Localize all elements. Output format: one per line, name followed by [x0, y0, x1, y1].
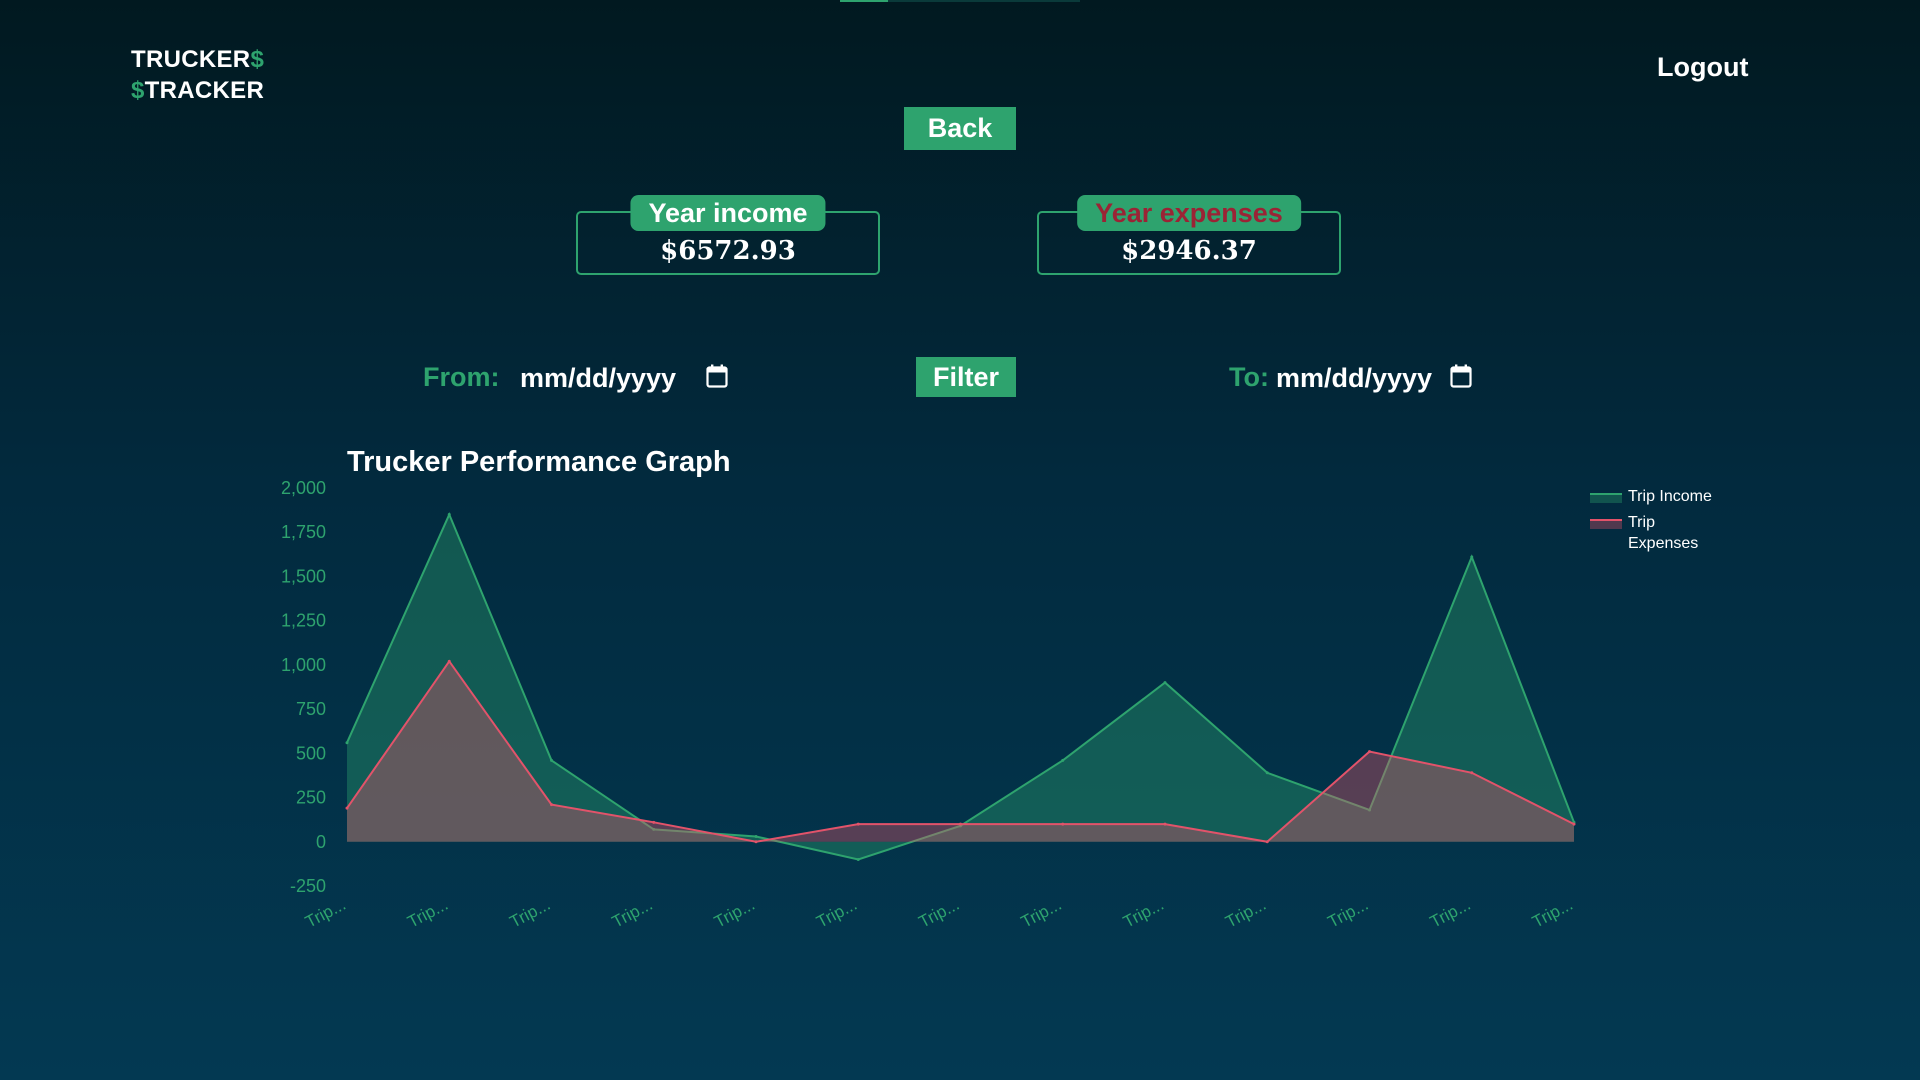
legend-item-expenses[interactable]: Trip Expenses [1590, 512, 1718, 554]
data-point [1368, 750, 1371, 754]
legend-label-expenses: Trip Expenses [1628, 514, 1699, 552]
data-point [754, 834, 758, 838]
data-point [1265, 771, 1269, 775]
x-tick-label: Trip... [1325, 895, 1372, 932]
y-tick-label: 500 [296, 743, 326, 763]
y-tick-label: 750 [296, 699, 326, 719]
legend-swatch-income [1590, 493, 1622, 503]
x-tick-label: Trip... [302, 895, 349, 932]
data-point [1470, 555, 1474, 559]
x-tick-label: Trip... [1222, 895, 1269, 932]
y-tick-label: 1,250 [281, 611, 326, 631]
y-tick-label: 1,500 [281, 566, 326, 586]
y-tick-label: 1,750 [281, 522, 326, 542]
y-tick-label: 2,000 [281, 478, 326, 498]
data-point [1572, 822, 1576, 826]
data-point [754, 840, 758, 844]
data-point [856, 822, 860, 826]
legend-swatch-expenses [1590, 519, 1622, 529]
data-point [1163, 681, 1167, 685]
x-tick-label: Trip... [609, 895, 656, 932]
y-tick-label: 250 [296, 788, 326, 808]
y-tick-label: 1,000 [281, 655, 326, 675]
x-tick-label: Trip... [711, 895, 758, 932]
x-tick-label: Trip... [1427, 895, 1474, 932]
data-point [652, 820, 656, 824]
x-tick-label: Trip... [1120, 895, 1167, 932]
data-point [447, 513, 451, 517]
data-point [550, 758, 553, 762]
data-point [1163, 822, 1167, 826]
x-tick-label: Trip... [916, 895, 963, 932]
data-point [959, 822, 962, 826]
data-point [345, 806, 349, 810]
data-point [345, 741, 349, 745]
data-point [447, 659, 451, 663]
chart-legend: Trip Income Trip Expenses [1590, 486, 1718, 559]
data-point [856, 857, 860, 861]
y-tick-label: 0 [316, 832, 326, 852]
y-tick-label: -250 [290, 876, 326, 896]
x-tick-label: Trip... [813, 895, 860, 932]
legend-label-income: Trip Income [1628, 488, 1712, 505]
data-point [1061, 822, 1065, 826]
data-point [1265, 840, 1269, 844]
x-tick-label: Trip... [1018, 895, 1065, 932]
x-tick-label: Trip... [507, 895, 554, 932]
legend-item-income[interactable]: Trip Income [1590, 486, 1718, 507]
x-tick-label: Trip... [404, 895, 451, 932]
data-point [1061, 758, 1065, 762]
data-point [1470, 771, 1474, 775]
x-tick-label: Trip... [1529, 895, 1576, 932]
data-point [550, 803, 553, 807]
